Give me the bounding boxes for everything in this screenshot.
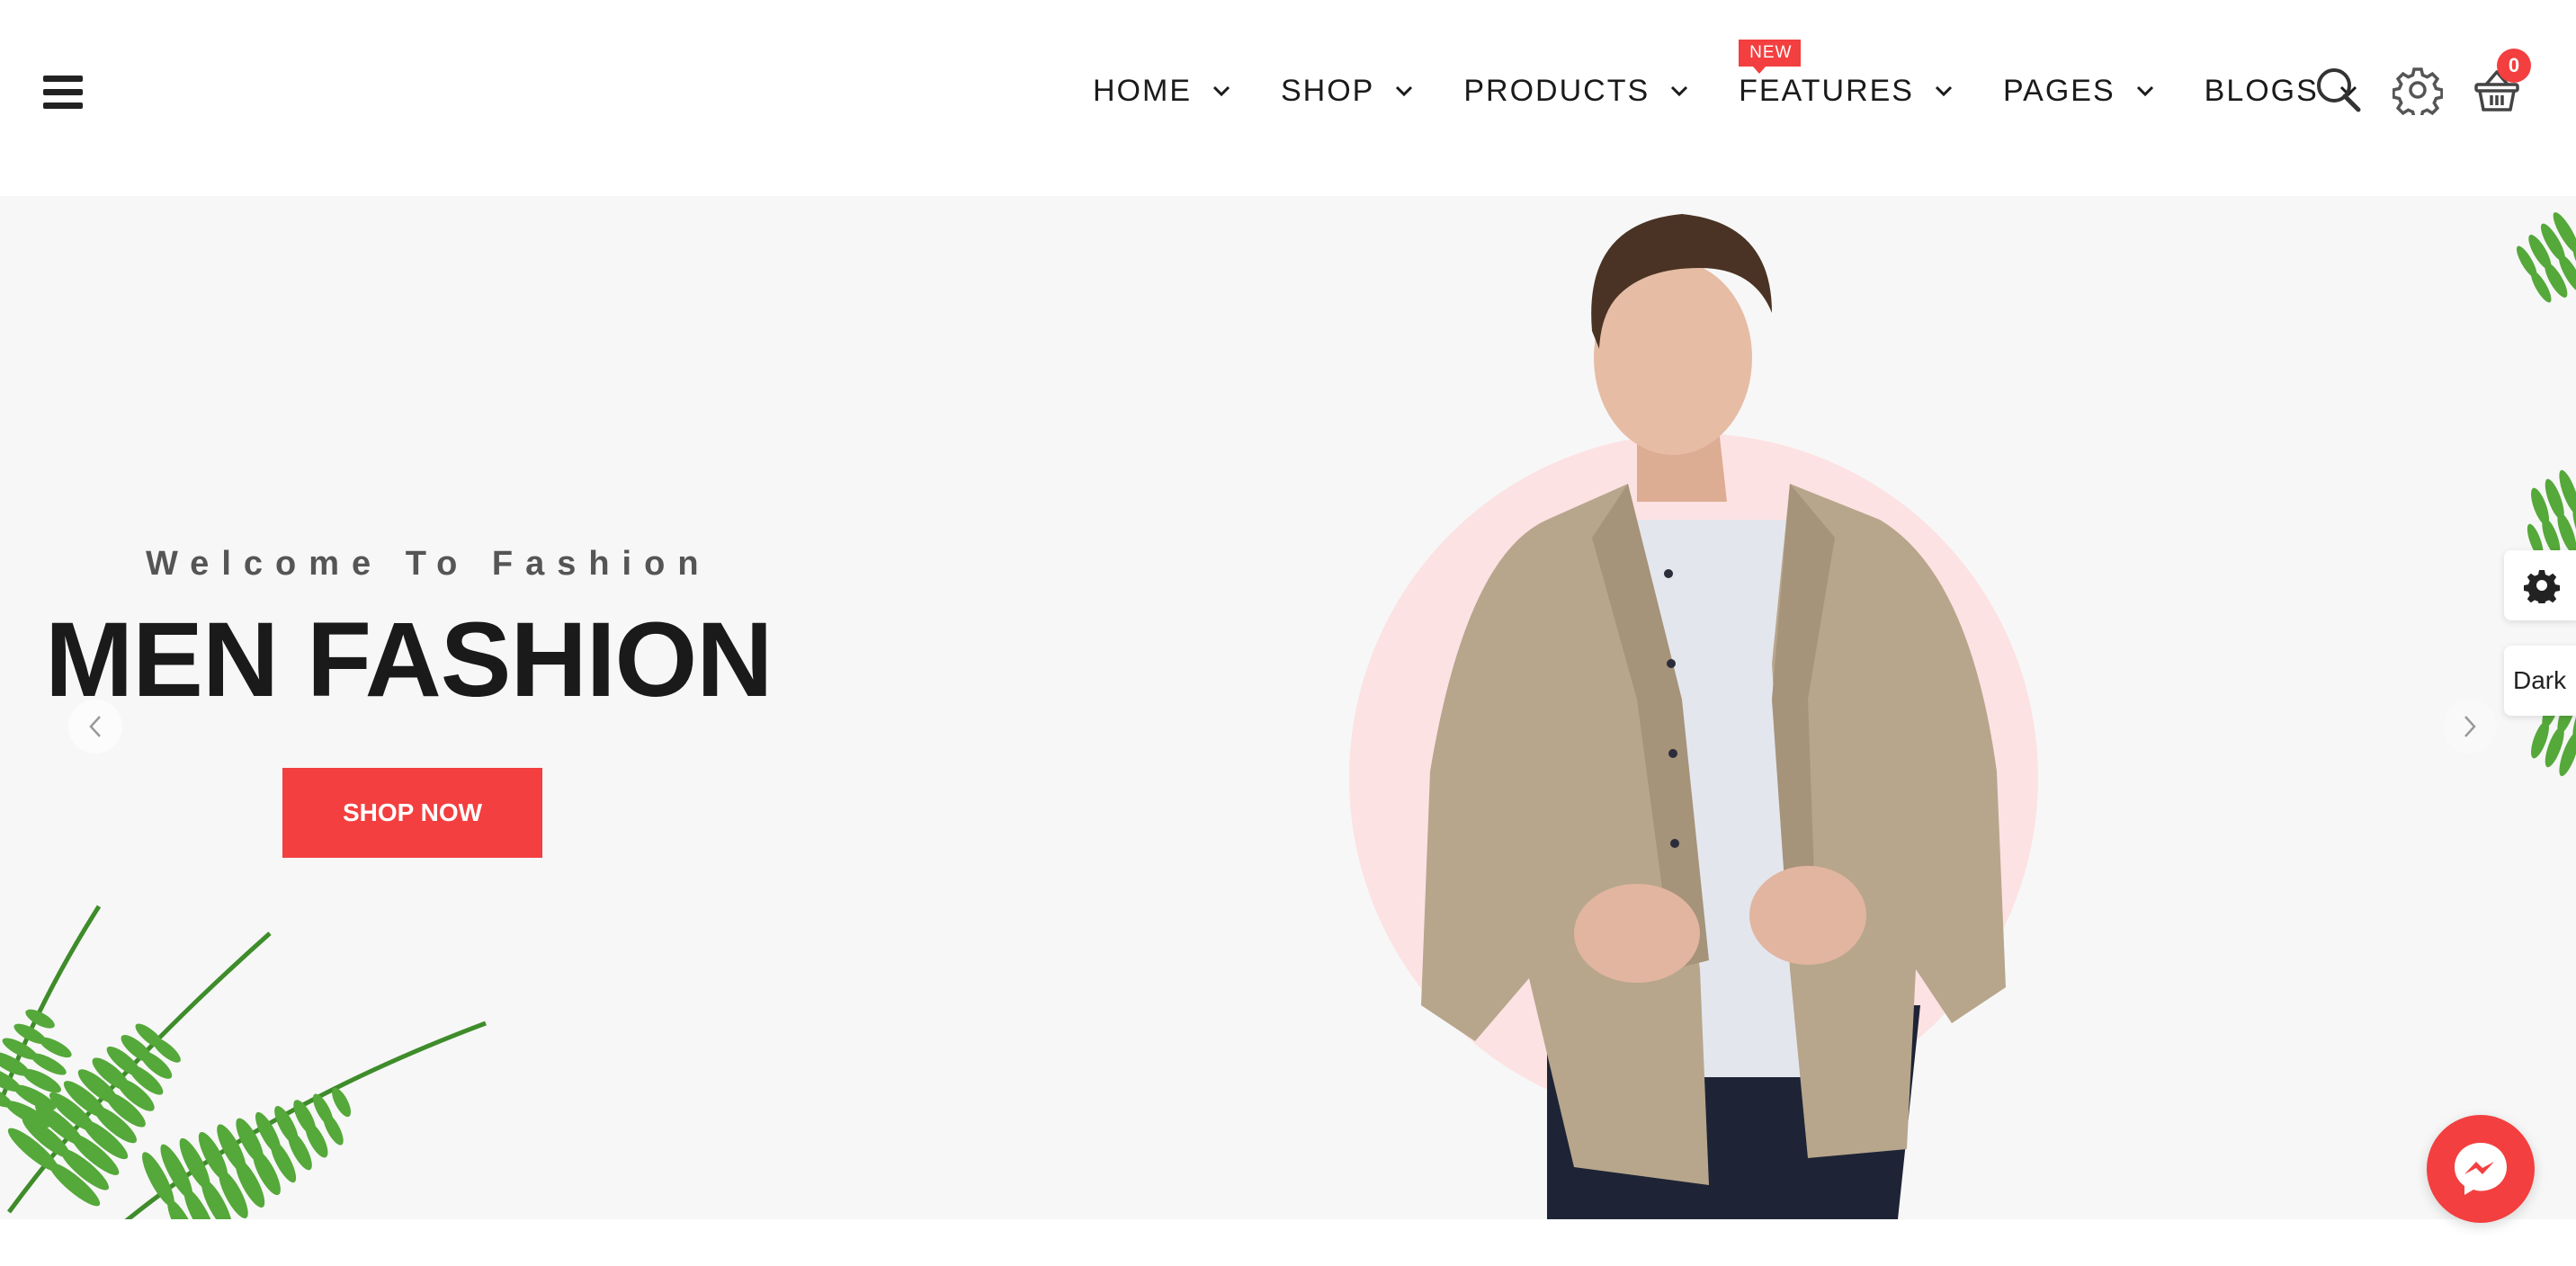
nav-label: FEATURES [1739, 73, 1914, 108]
nav-label: PAGES [2003, 73, 2115, 108]
nav-label: PRODUCTS [1463, 73, 1650, 108]
shop-now-button[interactable]: SHOP NOW [282, 768, 542, 858]
hero-subtitle: Welcome To Fashion [146, 545, 711, 583]
site-header: HOME SHOP PRODUCTS NEW FEATURES PAGES BL… [0, 0, 2576, 196]
chevron-down-icon [1671, 85, 1688, 97]
nav-label: HOME [1093, 73, 1192, 108]
page-bottom [0, 1219, 2576, 1266]
chevron-down-icon [2136, 85, 2153, 97]
hero-slider: Welcome To Fashion MEN FASHION SHOP NOW [0, 196, 2576, 1219]
nav-item-shop[interactable]: SHOP [1281, 74, 1414, 109]
slider-prev-button[interactable] [68, 700, 122, 753]
chevron-down-icon [1935, 85, 1953, 97]
chevron-left-icon [89, 716, 101, 737]
messenger-chat-button[interactable] [2427, 1115, 2535, 1223]
search-icon[interactable] [2313, 65, 2364, 115]
chevron-down-icon [1396, 85, 1413, 97]
gear-icon[interactable] [2392, 65, 2444, 120]
nav-label: BLOGS [2204, 73, 2319, 108]
leaf-decoration-left [0, 905, 487, 1219]
hero-headline: MEN FASHION [45, 601, 773, 719]
dark-mode-toggle[interactable]: Dark [2504, 646, 2576, 716]
hero-model-image [1421, 214, 2006, 1219]
header-actions: 0 [2313, 49, 2531, 120]
messenger-icon [2455, 1143, 2507, 1195]
gear-icon [2524, 570, 2560, 603]
settings-widget[interactable] [2504, 550, 2576, 620]
slider-next-button[interactable] [2443, 700, 2497, 753]
chevron-right-icon [2464, 716, 2476, 737]
cart-count-badge: 0 [2497, 49, 2531, 83]
main-nav: HOME SHOP PRODUCTS NEW FEATURES PAGES BL… [1093, 39, 2358, 119]
nav-item-pages[interactable]: PAGES [2003, 74, 2155, 109]
nav-item-products[interactable]: PRODUCTS [1463, 74, 1689, 109]
nav-item-features[interactable]: NEW FEATURES [1739, 39, 1954, 109]
nav-label: SHOP [1281, 73, 1375, 108]
nav-item-home[interactable]: HOME [1093, 74, 1231, 109]
basket-icon[interactable]: 0 [2472, 49, 2531, 115]
hamburger-icon[interactable] [43, 76, 83, 110]
new-badge: NEW [1739, 39, 1802, 74]
chevron-down-icon [1212, 85, 1230, 97]
